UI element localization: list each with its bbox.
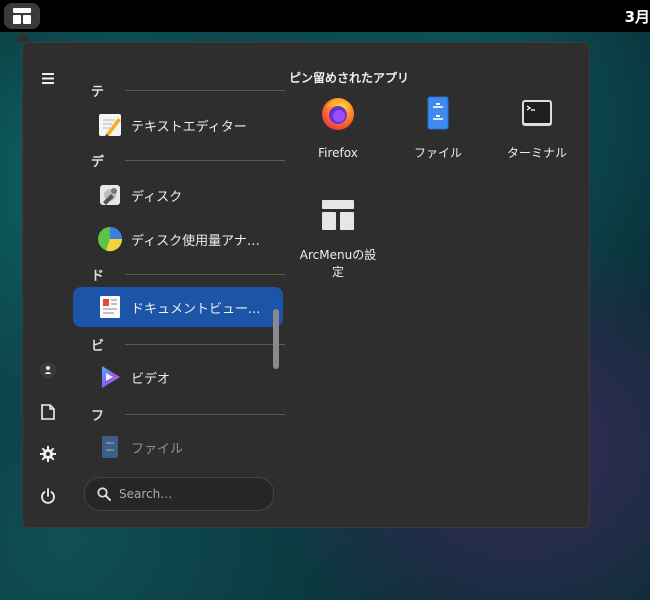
app-item-disk-usage-analyzer[interactable]: ディスク使用量アナラ… — [73, 219, 283, 259]
pinned-app-terminal[interactable]: ターミナル — [489, 89, 585, 181]
videos-icon — [102, 366, 120, 388]
gear-icon — [40, 446, 56, 462]
app-item-files[interactable]: ファイル — [73, 427, 283, 461]
section-divider — [125, 344, 285, 345]
document-viewer-icon — [100, 296, 120, 318]
section-divider — [125, 414, 285, 415]
pinned-app-label: ファイル — [413, 146, 462, 160]
categories-menu-button[interactable] — [35, 65, 61, 91]
section-header-bi: ビ — [91, 339, 105, 354]
pinned-app-label: ターミナル — [506, 146, 567, 160]
disk-usage-analyzer-icon — [98, 227, 123, 252]
hamburger-icon — [42, 72, 54, 84]
power-icon — [41, 488, 55, 504]
section-divider — [125, 160, 285, 161]
disks-icon — [100, 185, 120, 205]
app-label: テキストエディター — [131, 119, 247, 135]
pinned-apps-title: ピン留めされたアプリ — [289, 71, 410, 85]
section-header-te: テ — [91, 85, 105, 100]
arcmenu-layout-icon — [13, 8, 31, 24]
arcmenu-settings-icon — [322, 200, 354, 230]
terminal-icon — [522, 100, 552, 126]
section-header-fu: フ — [91, 409, 105, 424]
firefox-icon — [322, 98, 354, 130]
pinned-app-label: Firefox — [318, 146, 358, 160]
app-label: ディスク使用量アナラ… — [131, 233, 271, 249]
arcmenu-button[interactable] — [4, 3, 40, 29]
user-avatar-button[interactable] — [35, 357, 61, 383]
app-item-disks[interactable]: ディスク — [73, 175, 283, 215]
pinned-app-arcmenu-settings[interactable]: ArcMenuの設定 — [290, 191, 386, 283]
section-divider — [125, 274, 285, 275]
arcmenu-panel: テ テキストエディター デ ディスク ディスク使用量アナラ… ド ドキュメントビ… — [22, 42, 590, 528]
app-label: ファイル — [131, 441, 184, 457]
section-divider — [125, 90, 285, 91]
text-editor-icon — [99, 114, 121, 137]
app-label: ディスク — [131, 189, 183, 205]
section-header-do: ド — [91, 269, 105, 284]
power-button[interactable] — [35, 483, 61, 509]
app-label: ドキュメントビューアー — [131, 301, 271, 317]
menu-pointer — [15, 32, 31, 42]
app-list-scrollbar[interactable] — [273, 309, 279, 369]
section-header-de: デ — [91, 155, 105, 170]
top-bar: 3月 — [0, 0, 650, 32]
clock[interactable]: 3月 — [625, 6, 650, 27]
pinned-app-files[interactable]: ファイル — [390, 89, 486, 181]
menu-side-rail — [23, 43, 75, 527]
documents-button[interactable] — [35, 399, 61, 425]
settings-button[interactable] — [35, 441, 61, 467]
pinned-app-firefox[interactable]: Firefox — [290, 89, 386, 181]
all-apps-list[interactable]: テ テキストエディター デ ディスク ディスク使用量アナラ… ド ドキュメントビ… — [73, 71, 285, 461]
user-avatar-icon — [40, 362, 56, 378]
app-item-videos[interactable]: ビデオ — [73, 357, 283, 397]
search-icon — [97, 487, 111, 501]
app-item-document-viewer[interactable]: ドキュメントビューアー — [73, 287, 283, 327]
files-icon — [427, 96, 449, 130]
app-label: ビデオ — [131, 371, 171, 387]
search-field[interactable] — [84, 477, 274, 511]
app-item-text-editor[interactable]: テキストエディター — [73, 105, 283, 145]
files-icon — [102, 436, 118, 458]
document-icon — [41, 404, 55, 420]
pinned-app-label: ArcMenuの設定 — [299, 248, 377, 279]
search-input[interactable] — [117, 486, 261, 502]
